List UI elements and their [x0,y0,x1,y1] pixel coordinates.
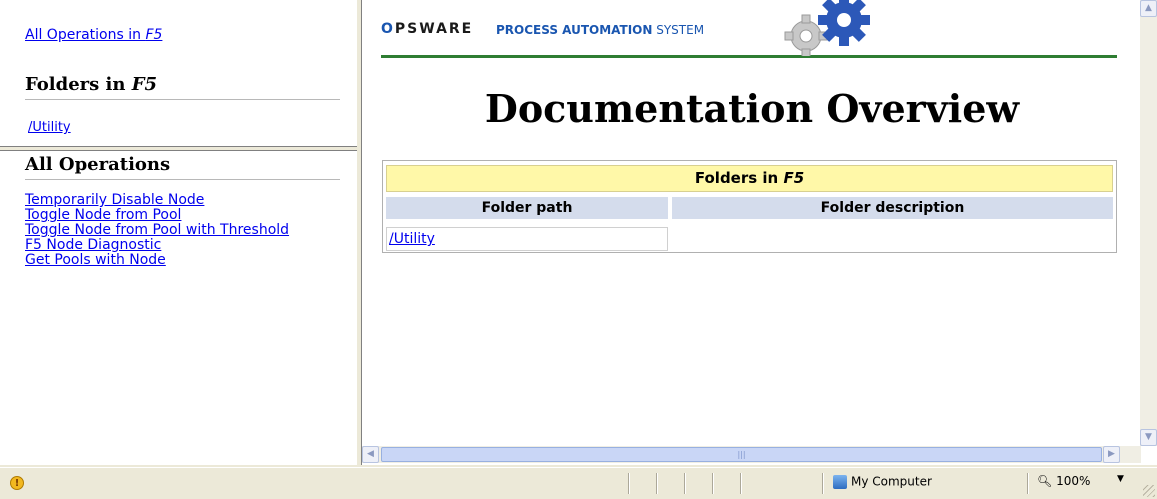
status-divider [656,473,658,494]
table-title-text: Folders in [694,169,784,187]
operation-link[interactable]: Get Pools with Node [25,252,166,268]
all-operations-link-text: All Operations in [25,27,146,43]
logo-text: PSWARE [394,21,474,37]
column-header-folder-description: Folder description [672,197,1113,219]
banner-title: PROCESS AUTOMATION SYSTEM [496,23,704,37]
computer-icon [833,474,847,489]
vertical-scrollbar[interactable]: ▲ ▼ [1140,0,1157,446]
warning-icon[interactable]: ! [10,476,24,490]
resize-grip[interactable] [1143,485,1155,497]
scroll-right-button[interactable]: ▶ [1103,446,1120,463]
banner-title-thin: SYSTEM [652,23,705,37]
utility-folder-link[interactable]: /Utility [28,120,71,135]
operation-link[interactable]: F5 Node Diagnostic [25,237,161,253]
operation-link[interactable]: Temporarily Disable Node [25,192,204,208]
folders-table: Folders in F5 Folder path Folder descrip… [382,160,1117,253]
all-operations-link-em: F5 [145,27,163,43]
status-divider [712,473,714,494]
status-divider [628,473,630,494]
all-operations-heading: All Operations [25,154,340,180]
scroll-down-button[interactable]: ▼ [1140,429,1157,446]
folder-path-link[interactable]: /Utility [389,231,435,247]
main-frame: OPSWARE PROCESS AUTOMATION SYSTEM Docume… [361,0,1157,465]
list-item: F5 Node Diagnostic [25,238,289,253]
status-divider [684,473,686,494]
folders-frame: All Operations in F5 Folders in F5 /Util… [0,0,357,147]
column-header-folder-path: Folder path [386,197,668,219]
zone-label: My Computer [851,474,932,489]
zoom-level[interactable]: 🔍︎ 100% [1037,474,1090,488]
zoom-icon: 🔍︎ [1037,474,1053,488]
folders-heading: Folders in F5 [25,74,340,100]
folders-heading-em: F5 [131,74,158,95]
horizontal-scrollbar[interactable]: ◀ ||| ▶ [362,446,1141,463]
zoom-dropdown-icon[interactable]: ▼ [1117,474,1124,484]
list-item: Get Pools with Node [25,253,289,268]
status-bar: ! My Computer 🔍︎ 100% ▼ [0,467,1157,499]
operations-frame: All Operations Temporarily Disable Node … [0,150,357,465]
operation-link[interactable]: Toggle Node from Pool with Threshold [25,222,289,238]
all-operations-link[interactable]: All Operations in F5 [25,27,162,43]
opsware-logo: OPSWARE [381,21,473,37]
table-title-em: F5 [783,169,805,187]
logo-letter: O [381,21,395,37]
folders-heading-text: Folders in [25,74,132,95]
banner-title-bold: PROCESS AUTOMATION [496,23,653,37]
scroll-up-button[interactable]: ▲ [1140,0,1157,17]
gears-icon [784,0,870,56]
list-item: Toggle Node from Pool [25,208,289,223]
status-divider [740,473,742,494]
list-item: Toggle Node from Pool with Threshold [25,223,289,238]
security-zone[interactable]: My Computer [833,474,932,489]
table-row: /Utility [386,227,668,251]
status-divider [1027,473,1029,494]
status-divider [822,473,824,494]
operation-link[interactable]: Toggle Node from Pool [25,207,181,223]
list-item: Temporarily Disable Node [25,193,289,208]
table-title: Folders in F5 [386,165,1113,192]
page-title: Documentation Overview [484,86,1020,131]
scroll-left-button[interactable]: ◀ [362,446,379,463]
operations-list: Temporarily Disable Node Toggle Node fro… [25,193,289,268]
opsware-banner: OPSWARE PROCESS AUTOMATION SYSTEM [381,0,1117,58]
horizontal-scroll-thumb[interactable]: ||| [381,447,1102,462]
zoom-value: 100% [1056,474,1091,488]
